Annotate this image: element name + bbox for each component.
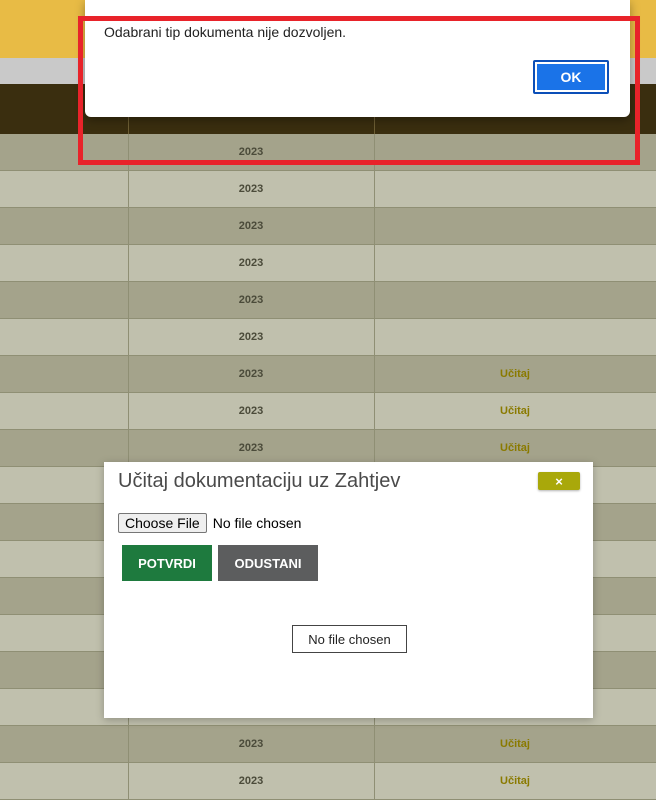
upload-link[interactable]: Učitaj <box>374 763 656 799</box>
upload-link[interactable]: Učitaj <box>374 356 656 392</box>
table-row: 2023 <box>0 319 656 356</box>
year-cell: 2023 <box>238 183 264 195</box>
year-cell: 2023 <box>238 257 264 269</box>
choose-file-button[interactable]: Choose File <box>118 513 207 533</box>
cancel-button[interactable]: ODUSTANI <box>218 545 318 581</box>
year-cell: 2023 <box>238 368 264 380</box>
table-row: 2023 Učitaj <box>0 356 656 393</box>
year-cell: 2023 <box>238 738 264 750</box>
file-input[interactable]: Choose File No file chosen <box>118 513 301 533</box>
table-row: 2023 <box>0 171 656 208</box>
upload-link[interactable]: Učitaj <box>374 393 656 429</box>
upload-link <box>374 171 656 207</box>
modal-title: Učitaj dokumentaciju uz Zahtjev <box>118 470 401 492</box>
upload-link[interactable]: Učitaj <box>374 430 656 466</box>
alert-highlight-frame <box>78 16 640 165</box>
year-cell: 2023 <box>238 442 264 454</box>
upload-link[interactable]: Učitaj <box>374 726 656 762</box>
year-cell: 2023 <box>238 220 264 232</box>
table-row: 2023 <box>0 208 656 245</box>
close-icon: × <box>555 473 563 489</box>
confirm-button[interactable]: POTVRDI <box>122 545 212 581</box>
table-row: 2023 Učitaj <box>0 763 656 800</box>
table-row: 2023 <box>0 245 656 282</box>
upload-link <box>374 245 656 281</box>
year-cell: 2023 <box>238 405 264 417</box>
file-status-text: No file chosen <box>212 515 302 531</box>
upload-link <box>374 208 656 244</box>
upload-link <box>374 282 656 318</box>
upload-modal: Učitaj dokumentaciju uz Zahtjev × Choose… <box>104 462 593 718</box>
table-row: 2023 Učitaj <box>0 726 656 763</box>
year-cell: 2023 <box>238 775 264 787</box>
table-row: 2023 <box>0 282 656 319</box>
upload-link <box>374 319 656 355</box>
year-cell: 2023 <box>238 331 264 343</box>
close-button[interactable]: × <box>538 472 580 490</box>
table-row: 2023 Učitaj <box>0 393 656 430</box>
year-cell: 2023 <box>238 294 264 306</box>
selected-file-box: No file chosen <box>292 625 407 653</box>
